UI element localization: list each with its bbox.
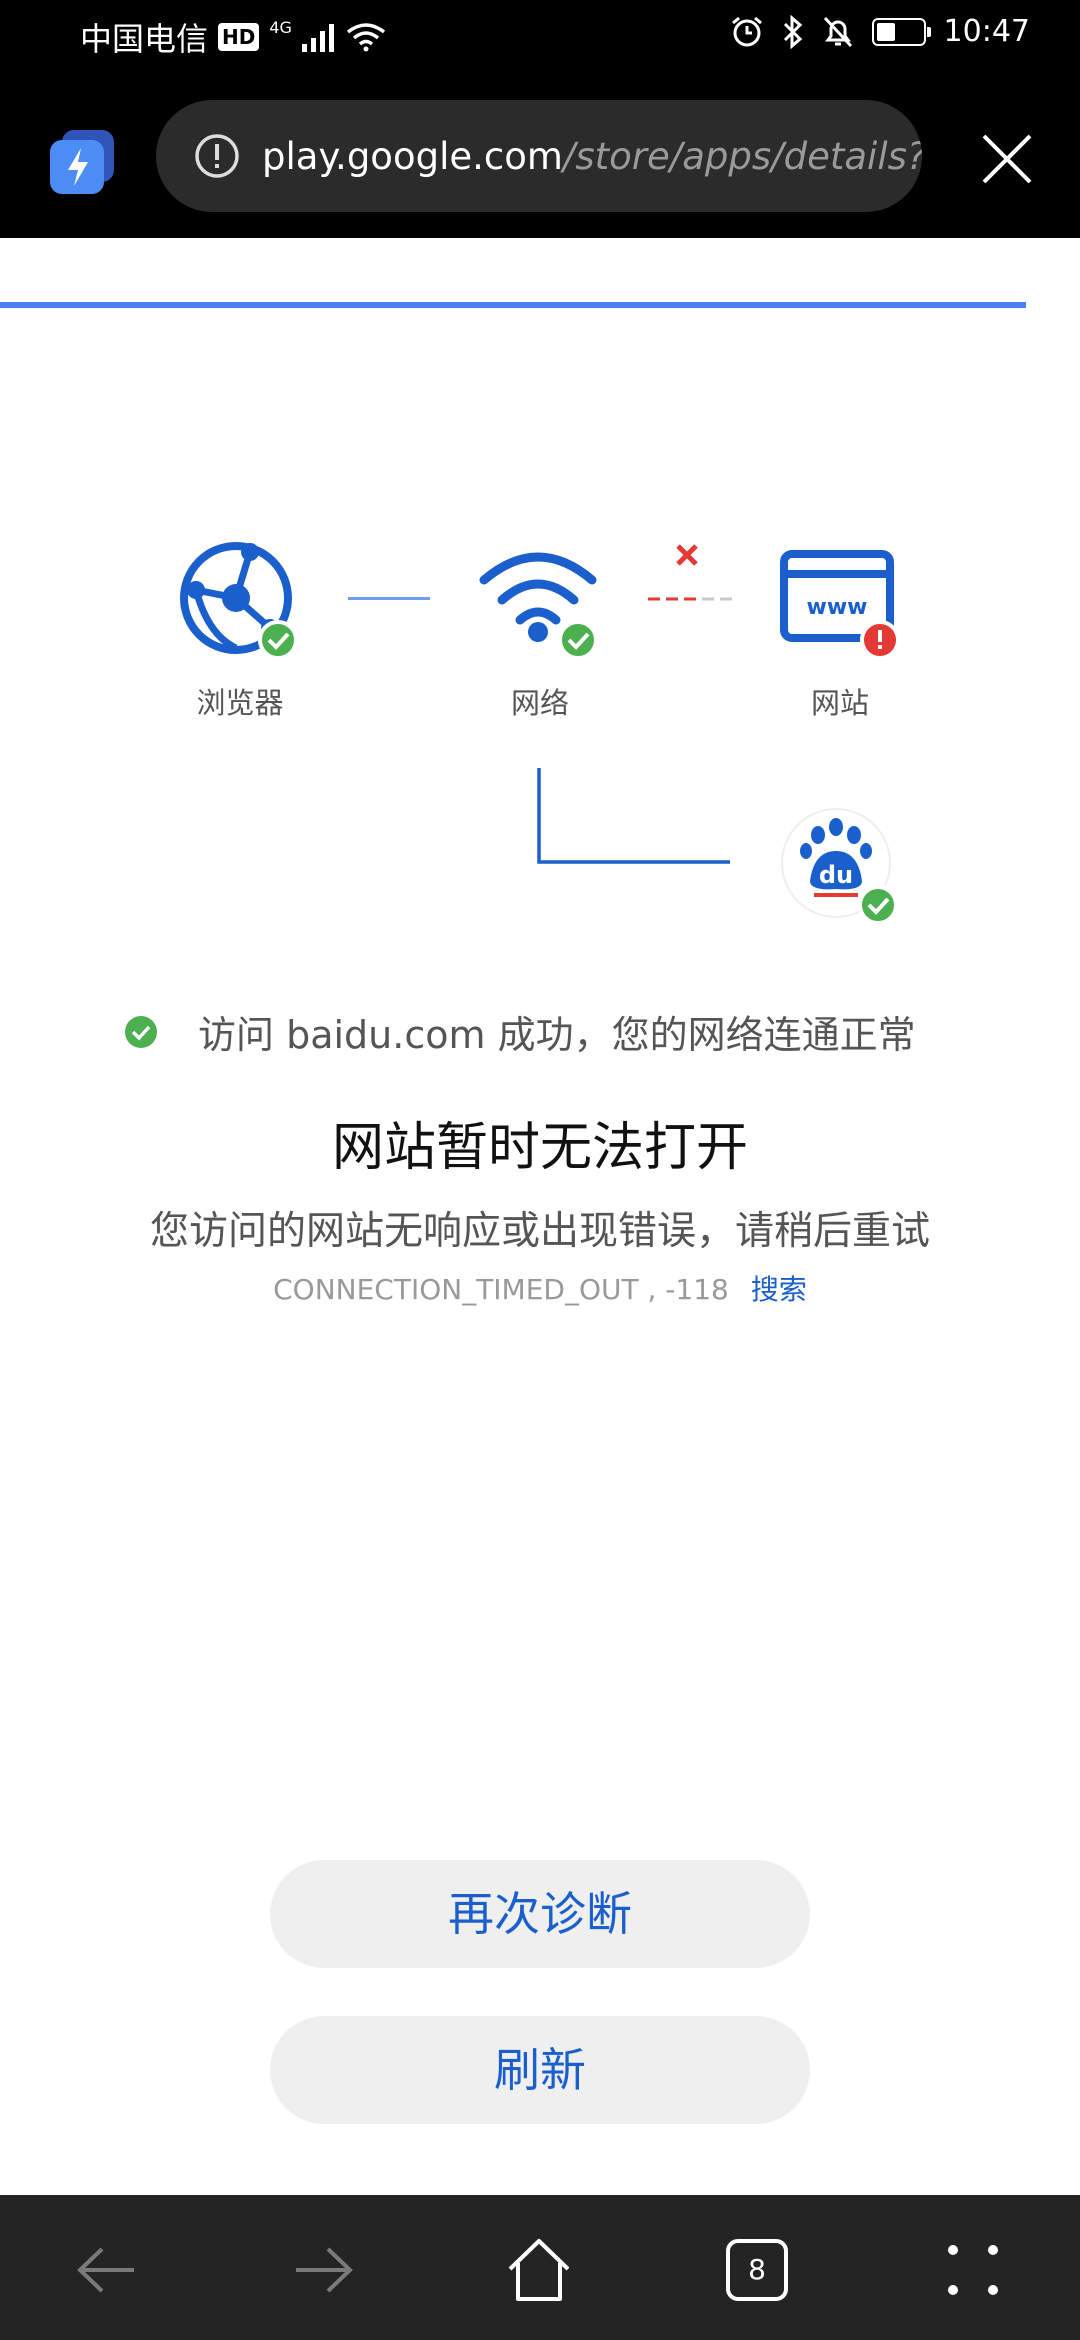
node-label-network: 网络: [510, 686, 569, 720]
battery-fill: [876, 22, 895, 41]
status-right: 10:47: [730, 14, 1030, 49]
hd-badge: HD: [218, 23, 260, 51]
connectivity-check: 访问 baidu.com 成功，您的网络连通正常: [124, 1004, 916, 1059]
link-network-baidu: [537, 768, 730, 864]
menu-icon[interactable]: [938, 2235, 1008, 2305]
check-message: 访问 baidu.com 成功，您的网络连通正常: [198, 1013, 916, 1057]
page-load-progress: [0, 302, 1026, 308]
ok-badge: [558, 620, 598, 660]
ok-badge: [258, 620, 298, 660]
bluetooth-icon: [783, 14, 802, 49]
tab-count: 8: [748, 2253, 766, 2286]
bottom-nav: 8: [0, 2195, 1080, 2340]
link-network-site-broken: [648, 544, 732, 601]
node-network: 网络: [440, 540, 640, 722]
error-title: 网站暂时无法打开: [331, 1118, 748, 1178]
browser-toolbar: play.google.com/store/apps/details?id=: [0, 70, 1080, 308]
network-type: 4G: [269, 17, 292, 37]
refresh-button[interactable]: 刷新: [270, 2016, 810, 2124]
status-bar: 中国电信 HD 4G 10:47: [0, 0, 1080, 70]
info-icon[interactable]: [194, 133, 240, 179]
wifi-icon: [479, 552, 598, 660]
battery-icon: [871, 17, 931, 46]
search-link[interactable]: 搜索: [751, 1273, 807, 1306]
forward-icon[interactable]: [288, 2235, 358, 2305]
signal-icon: [301, 24, 334, 52]
close-icon[interactable]: [978, 130, 1036, 188]
error-code: CONNECTION_TIMED_OUT , -118: [273, 1273, 729, 1306]
node-baidu: du: [740, 805, 940, 933]
globe-icon: [180, 542, 298, 660]
baidu-logo-text: du: [819, 861, 853, 889]
status-left: 中国电信 HD 4G: [80, 14, 386, 60]
node-browser: 浏览器: [140, 540, 340, 722]
url-path: /store/apps/details?id=: [562, 134, 922, 178]
node-website: www 网站: [740, 540, 940, 722]
error-subtitle: 您访问的网站无响应或出现错误，请稍后重试: [149, 1209, 930, 1254]
error-code-line: CONNECTION_TIMED_OUT , -118 搜索: [0, 1268, 1080, 1308]
clock: 10:47: [943, 14, 1030, 49]
mute-icon: [823, 16, 852, 47]
rediagnose-button[interactable]: 再次诊断: [270, 1860, 810, 1968]
address-bar[interactable]: play.google.com/store/apps/details?id=: [156, 100, 922, 212]
url-text[interactable]: play.google.com/store/apps/details?id=: [262, 135, 922, 178]
check-circle-icon: [125, 1015, 157, 1048]
url-host: play.google.com: [262, 134, 563, 178]
ok-badge: [858, 885, 898, 925]
home-icon[interactable]: [504, 2235, 574, 2305]
wifi-icon: [346, 23, 386, 52]
alarm-icon: [731, 16, 762, 46]
node-label-browser: 浏览器: [196, 686, 284, 720]
carrier-name: 中国电信: [80, 20, 209, 58]
www-icon: www: [780, 550, 900, 660]
tabs-button[interactable]: 8: [722, 2235, 792, 2305]
app-bolt-icon[interactable]: [48, 128, 116, 196]
link-browser-network: [348, 597, 430, 600]
svg-text:www: www: [807, 595, 868, 620]
back-icon[interactable]: [72, 2235, 142, 2305]
node-label-website: 网站: [810, 686, 869, 720]
baidu-paw-icon: du: [781, 808, 898, 925]
